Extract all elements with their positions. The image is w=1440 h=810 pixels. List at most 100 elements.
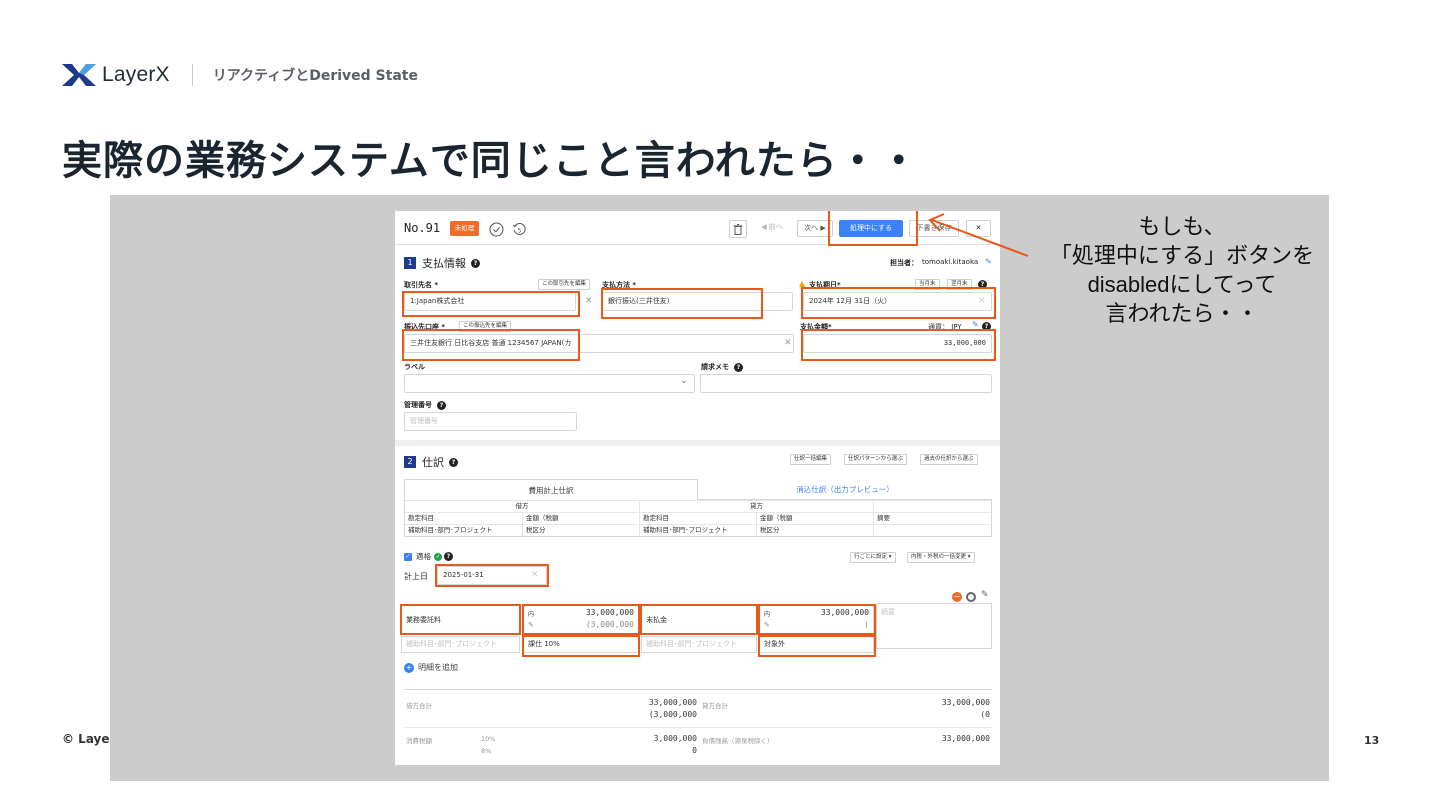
- pattern-select-button[interactable]: 仕訳パターンから選ぶ: [844, 454, 907, 465]
- col-account: 勘定科目: [405, 513, 523, 524]
- tax-zero: 0: [692, 746, 697, 755]
- col-sub: 補助科目･部門･プロジェクト: [405, 525, 523, 536]
- debit-total-tax: (3,000,000: [648, 710, 697, 719]
- callout-arrow: [928, 213, 1029, 257]
- col-amount: 金額（税額: [523, 513, 640, 524]
- callout-line: disabledにしてって: [1087, 272, 1277, 297]
- summary-divider: [404, 727, 992, 728]
- empty-cell: [874, 525, 991, 536]
- tag-label: ラベル: [404, 363, 425, 371]
- add-line-button[interactable]: + 明細を追加: [404, 662, 458, 673]
- col-tax: 税区分: [757, 525, 874, 536]
- chevron-down-icon[interactable]: ⌄: [680, 376, 688, 386]
- highlight-method: [601, 288, 763, 319]
- journal-section-title: 2 仕訳 ?: [404, 454, 458, 470]
- section-title-text: 支払情報: [422, 257, 466, 270]
- highlight-debit-account: [400, 604, 521, 635]
- highlight-debit-tax: [522, 635, 640, 657]
- empty-cell: [874, 501, 991, 512]
- brand-header: LayerX リアクティブとDerived State: [62, 61, 418, 89]
- clear-bank-icon[interactable]: ✕: [784, 338, 792, 348]
- plus-icon: +: [404, 662, 414, 673]
- highlight-credit-tax: [758, 635, 876, 657]
- status-badge: 未処理: [450, 221, 479, 236]
- highlight-credit-account: [640, 604, 758, 635]
- debit-sub-field[interactable]: 補助科目･部門･プロジェクト: [401, 636, 520, 653]
- page-number: 13: [1364, 734, 1380, 747]
- col-description: 摘要: [877, 514, 890, 522]
- description-field[interactable]: 摘要: [876, 603, 992, 649]
- check-circle-icon[interactable]: [487, 220, 505, 238]
- table-row: 補助科目･部門･プロジェクト 税区分 補助科目･部門･プロジェクト 税区分: [405, 524, 991, 536]
- remove-line-icon[interactable]: −: [952, 592, 962, 602]
- edit-line-icon[interactable]: ✎: [981, 590, 989, 600]
- debit-header: 借方: [405, 501, 640, 512]
- trash-icon[interactable]: [729, 220, 747, 238]
- tax-rate-10: 10%: [481, 735, 496, 743]
- bulk-edit-button[interactable]: 仕訳一括編集: [790, 454, 832, 465]
- tax-total: 3,000,000: [653, 734, 697, 743]
- memo-field[interactable]: [700, 374, 992, 393]
- table-row: 借方 貸方: [405, 500, 991, 512]
- add-line-label: 明細を追加: [418, 663, 458, 672]
- app-screenshot: No.91 未処理 5 ◀ 前へ 次へ ▶ 処理中にする 下書き保存 ✕ 1 支…: [395, 211, 1000, 765]
- callout-line: 言われたら・・: [1105, 301, 1259, 326]
- help-icon[interactable]: ?: [471, 258, 480, 268]
- credit-total-tax: (0: [980, 710, 990, 719]
- journal-summary: 借方合計 33,000,000 (3,000,000 貸方合計 33,000,0…: [404, 689, 992, 761]
- checkbox-icon[interactable]: ✓: [404, 552, 412, 561]
- past-journal-button[interactable]: 過去の仕訳から選ぶ: [920, 454, 978, 465]
- credit-header: 貸方: [640, 501, 874, 512]
- tax-change-button[interactable]: 内税・外税の一括変更 ▾: [907, 552, 975, 563]
- edit-currency-icon[interactable]: ✎: [972, 320, 979, 329]
- assignee-label: 担当者：: [890, 259, 918, 267]
- section-number: 1: [404, 257, 416, 269]
- table-row: 勘定科目 金額（税額 勘定科目 金額（税額 摘要: [405, 512, 991, 524]
- mgmt-label: 管理番号: [404, 401, 432, 409]
- memo-label: 請求メモ: [701, 363, 729, 371]
- debit-total-label: 借方合計: [406, 702, 432, 710]
- vendor-label: 取引先名 *: [404, 281, 439, 289]
- callout-line: もしも、: [1138, 214, 1226, 239]
- edit-vendor-button[interactable]: この取引先を編集: [538, 279, 591, 290]
- document-number: No.91: [404, 221, 441, 235]
- help-icon[interactable]: ?: [734, 362, 743, 372]
- row-setting-button[interactable]: 行ごとに設定 ▾: [850, 552, 896, 563]
- mgmt-number-field[interactable]: 管理番号: [404, 412, 577, 431]
- circle-icon[interactable]: [966, 592, 976, 602]
- liability-total: 33,000,000: [941, 734, 990, 743]
- tab-expense-journal[interactable]: 費用計上仕訳: [404, 479, 698, 500]
- col-amount: 金額（税額: [757, 513, 874, 524]
- help-icon[interactable]: ?: [437, 400, 446, 410]
- journal-header-table: 借方 貸方 勘定科目 金額（税額 勘定科目 金額（税額 摘要 補助科目･部門･プ…: [404, 500, 992, 537]
- tab-clearing-journal[interactable]: 消込仕訳（出力プレビュー）: [698, 479, 992, 500]
- slide-subtitle: リアクティブとDerived State: [212, 68, 418, 84]
- mgmt-label-row: 管理番号 ?: [404, 400, 446, 410]
- clear-vendor-icon[interactable]: ✕: [585, 296, 593, 306]
- debit-total: 33,000,000: [648, 698, 697, 707]
- highlight-vendor: [402, 291, 580, 317]
- tax-rate-8: 8%: [481, 747, 492, 755]
- credit-sub-field[interactable]: 補助科目･部門･プロジェクト: [641, 636, 757, 653]
- history-icon[interactable]: 5: [510, 220, 528, 238]
- highlight-amount: [801, 329, 996, 361]
- highlight-due-date: [801, 287, 996, 319]
- callout-line: 「処理中にする」ボタンを: [1049, 243, 1315, 268]
- journal-tabs: 費用計上仕訳 消込仕訳（出力プレビュー）: [404, 479, 992, 500]
- liability-label: 負債残高（源泉税除く）: [702, 737, 774, 745]
- layerx-logo-icon: [62, 64, 96, 86]
- help-icon[interactable]: ?: [444, 552, 453, 561]
- help-icon[interactable]: ?: [449, 457, 458, 467]
- svg-text:5: 5: [517, 227, 521, 234]
- callout-text: もしも、 「処理中にする」ボタンを disabledにしてって 言われたら・・: [1040, 212, 1324, 328]
- highlight-debit-amount: [522, 604, 640, 635]
- section-number: 2: [404, 456, 416, 468]
- qualified-label: 適格: [416, 552, 431, 561]
- qualified-row: ✓ 適格 ✓ ?: [404, 551, 453, 562]
- header-divider: [191, 64, 193, 86]
- brand-name: LayerX: [102, 63, 170, 86]
- tag-select[interactable]: [404, 374, 695, 393]
- prev-button[interactable]: ◀ 前へ: [753, 220, 791, 237]
- col-account: 勘定科目: [640, 513, 757, 524]
- section-divider: [395, 440, 1000, 446]
